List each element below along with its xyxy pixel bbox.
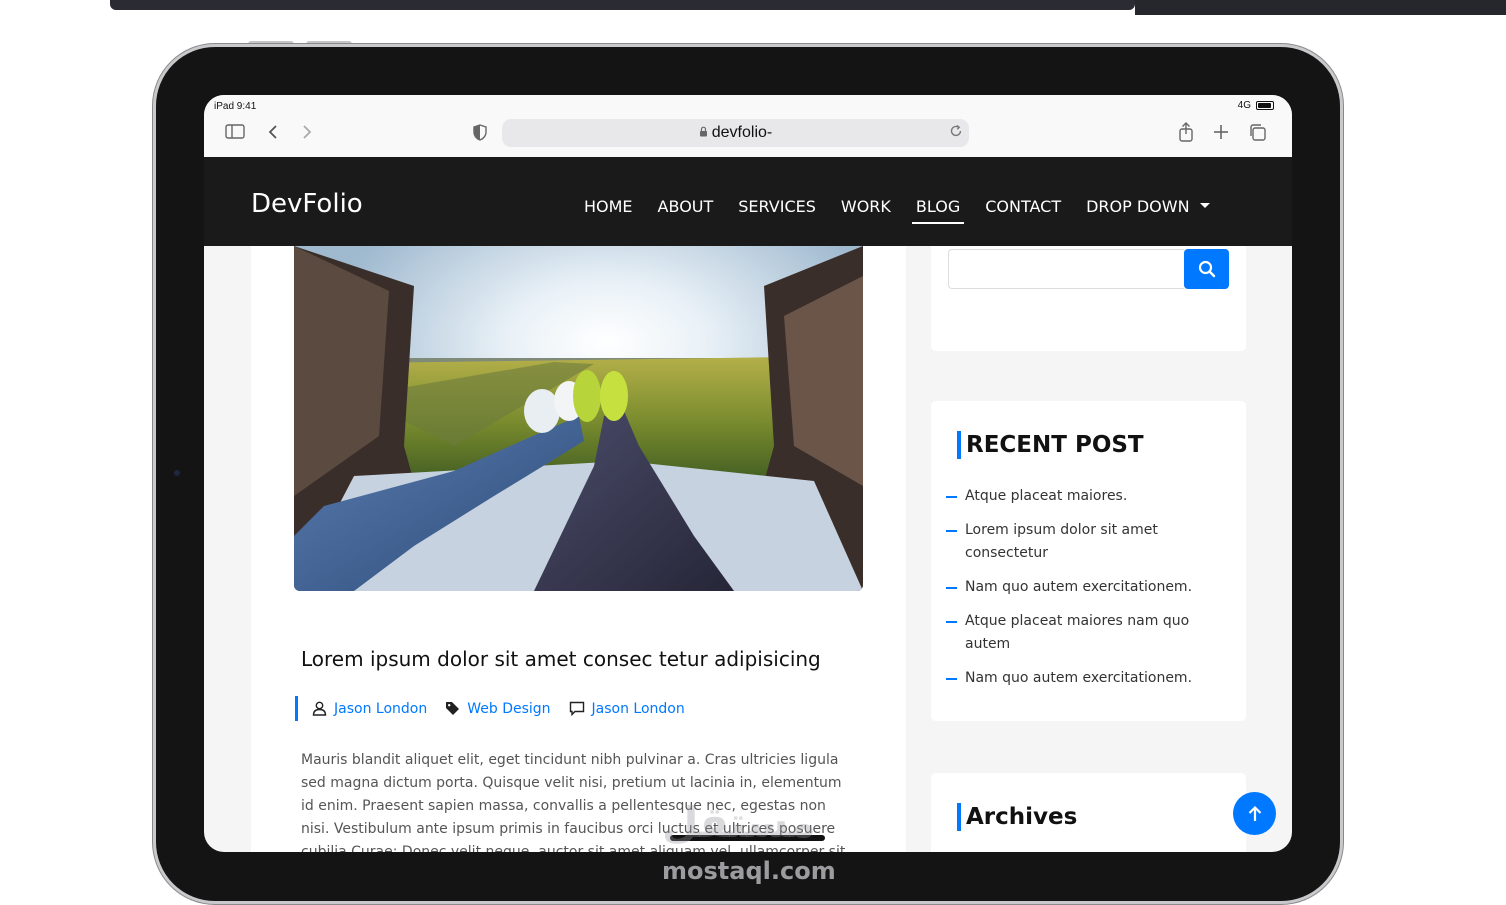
share-icon[interactable] bbox=[1178, 122, 1194, 146]
back-to-top-button[interactable] bbox=[1233, 792, 1276, 835]
site-navbar: DevFolio HOME ABOUT SERVICES WORK BLOG C… bbox=[204, 157, 1292, 246]
status-time: iPad 9:41 bbox=[214, 101, 257, 112]
nav-blog[interactable]: BLOG bbox=[911, 197, 965, 224]
arrow-up-icon bbox=[1248, 805, 1261, 821]
network-label: 4G bbox=[1237, 100, 1251, 111]
recent-posts-widget: RECENT POST Atque placeat maiores. Lorem… bbox=[931, 401, 1246, 721]
user-icon bbox=[312, 701, 327, 716]
watermark: mostaql.com bbox=[662, 857, 836, 885]
post-hero-image bbox=[294, 246, 863, 591]
address-bar[interactable]: devfolio- bbox=[502, 119, 969, 147]
search-button[interactable] bbox=[1184, 249, 1229, 289]
privacy-shield-icon[interactable] bbox=[473, 124, 487, 145]
lock-icon bbox=[699, 126, 708, 140]
host-browser-strip bbox=[110, 0, 1135, 10]
post-meta: Jason London Web Design Jason London bbox=[295, 696, 685, 721]
back-icon[interactable] bbox=[267, 124, 279, 144]
status-indicators: 4G bbox=[1238, 100, 1274, 111]
recent-post-item[interactable]: Lorem ipsum dolor sit amet consectetur bbox=[946, 519, 1226, 565]
battery-icon bbox=[1256, 101, 1274, 110]
nav-work[interactable]: WORK bbox=[841, 197, 891, 216]
meta-comments[interactable]: Jason London bbox=[569, 701, 685, 717]
search-icon bbox=[1198, 260, 1215, 278]
search-input[interactable] bbox=[948, 249, 1184, 289]
meta-author-link[interactable]: Jason London bbox=[334, 701, 427, 717]
comment-icon bbox=[569, 701, 584, 716]
meta-category-link[interactable]: Web Design bbox=[467, 701, 550, 717]
nav-dropdown-label: DROP DOWN bbox=[1086, 197, 1190, 216]
host-browser-strip-right bbox=[1135, 0, 1506, 15]
recent-post-list: Atque placeat maiores. Lorem ipsum dolor… bbox=[946, 485, 1226, 701]
nav-dropdown[interactable]: DROP DOWN bbox=[1086, 197, 1210, 216]
nav-home[interactable]: HOME bbox=[584, 197, 633, 216]
ipad-camera bbox=[174, 470, 180, 476]
recent-post-item[interactable]: Nam quo autem exercitationem. bbox=[946, 667, 1226, 690]
recent-post-item[interactable]: Atque placeat maiores. bbox=[946, 485, 1226, 508]
chevron-down-icon bbox=[1199, 203, 1210, 208]
new-tab-icon[interactable] bbox=[1213, 124, 1229, 144]
post-title: Lorem ipsum dolor sit amet consec tetur … bbox=[301, 647, 821, 671]
safari-toolbar: iPad 9:41 4G devfolio- bbox=[204, 95, 1292, 157]
tabs-overview-icon[interactable] bbox=[1248, 124, 1266, 145]
recent-post-title: RECENT POST bbox=[957, 431, 1144, 459]
ipad-screen: iPad 9:41 4G devfolio- Lorem ipsum dolor… bbox=[204, 95, 1292, 852]
nav-about[interactable]: ABOUT bbox=[658, 197, 714, 216]
blog-post-card: Lorem ipsum dolor sit amet consec tetur … bbox=[251, 206, 906, 852]
nav-contact[interactable]: CONTACT bbox=[985, 197, 1061, 216]
meta-category[interactable]: Web Design bbox=[445, 701, 551, 717]
recent-post-item[interactable]: Nam quo autem exercitationem. bbox=[946, 576, 1226, 599]
tag-icon bbox=[446, 702, 460, 715]
meta-comments-link[interactable]: Jason London bbox=[592, 701, 685, 717]
archives-title: Archives bbox=[957, 803, 1077, 831]
reload-icon[interactable] bbox=[949, 124, 963, 141]
forward-icon[interactable] bbox=[301, 124, 313, 144]
site-brand[interactable]: DevFolio bbox=[251, 189, 363, 219]
search-widget bbox=[931, 236, 1246, 351]
nav-services[interactable]: SERVICES bbox=[738, 197, 816, 216]
page-content: Lorem ipsum dolor sit amet consec tetur … bbox=[204, 206, 1292, 852]
watermark-arabic: مستقل bbox=[662, 798, 816, 847]
recent-post-item[interactable]: Atque placeat maiores nam quo autem bbox=[946, 610, 1226, 656]
archives-widget: Archives bbox=[931, 773, 1246, 852]
url-text: devfolio- bbox=[711, 124, 773, 141]
sidebar-toggle-icon[interactable] bbox=[225, 124, 245, 143]
main-nav: HOME ABOUT SERVICES WORK BLOG CONTACT DR… bbox=[584, 197, 1235, 224]
meta-author[interactable]: Jason London bbox=[312, 701, 427, 717]
